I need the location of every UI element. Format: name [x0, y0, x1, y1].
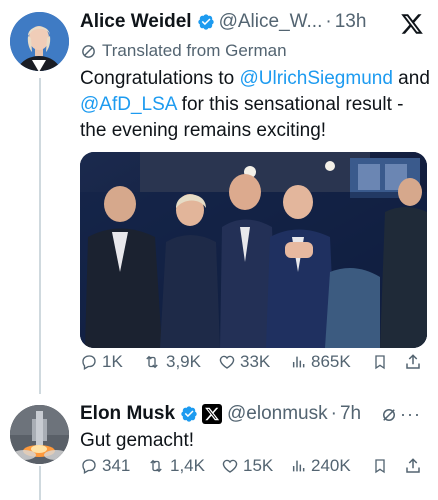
share-button[interactable] [404, 457, 426, 475]
views-icon [292, 356, 305, 368]
tweet-text-part: Congratulations to [80, 68, 240, 89]
avatar[interactable] [10, 405, 69, 464]
verified-badge-icon [197, 13, 215, 31]
translated-label: Translated from German [102, 41, 287, 60]
reply-text: Gut gemacht! [80, 430, 195, 451]
separator-dot: · [325, 11, 332, 32]
tweet-time[interactable]: 13h [335, 11, 367, 33]
repost-icon [150, 459, 162, 473]
share-icon [406, 458, 420, 473]
bookmark-icon [375, 355, 385, 370]
repost-button[interactable]: 3,9K [142, 352, 201, 372]
share-icon [406, 354, 420, 369]
reply-count: 341 [102, 456, 131, 475]
bookmark-button[interactable] [372, 353, 392, 371]
repost-button[interactable]: 1,4K [146, 456, 205, 476]
translate-icon [82, 44, 95, 58]
author-handle[interactable]: @elonmusk [227, 403, 328, 425]
like-count: 33K [240, 352, 271, 371]
tweet-text: Congratulations to @UlrichSiegmund and @… [80, 66, 430, 144]
author-name[interactable]: Alice Weidel [80, 11, 192, 33]
reply-count: 1K [102, 352, 123, 371]
reply-icon [82, 459, 96, 474]
x-logo-icon [400, 12, 424, 36]
heart-icon [219, 355, 235, 369]
thread-connector-line [39, 78, 41, 394]
like-button[interactable]: 33K [218, 352, 270, 372]
reply-button[interactable]: 1K [80, 352, 123, 372]
reply-button[interactable]: 341 [80, 456, 130, 476]
reply-header: Elon Musk @elonmusk · 7h [80, 403, 361, 425]
bookmark-button[interactable] [372, 457, 392, 475]
views-button[interactable]: 865K [291, 352, 351, 372]
mention-link[interactable]: @AfD_LSA [80, 94, 176, 115]
more-options-icon[interactable]: ··· [400, 404, 421, 425]
avatar[interactable] [10, 12, 69, 71]
share-button[interactable] [404, 353, 426, 371]
views-count: 865K [311, 352, 351, 371]
mention-link[interactable]: @UlrichSiegmund [240, 68, 393, 89]
views-count: 240K [311, 456, 351, 475]
repost-icon [146, 355, 158, 369]
reply-icon [82, 355, 96, 370]
author-handle[interactable]: @Alice_W... [219, 11, 323, 33]
like-count: 15K [243, 456, 274, 475]
reply-time[interactable]: 7h [340, 403, 361, 425]
thread-connector-line [39, 466, 41, 500]
separator-dot: · [330, 403, 337, 424]
bookmark-icon [375, 459, 385, 474]
like-button[interactable]: 15K [221, 456, 273, 476]
repost-count: 1,4K [170, 456, 205, 475]
affiliate-badge-icon [202, 404, 223, 424]
heart-icon [222, 459, 238, 473]
translated-indicator[interactable]: Translated from German [80, 41, 287, 61]
repost-count: 3,9K [166, 352, 201, 371]
verified-badge-icon [180, 405, 198, 423]
tweet-header: Alice Weidel @Alice_W... · 13h [80, 11, 366, 33]
grok-icon[interactable] [380, 406, 398, 429]
author-name[interactable]: Elon Musk [80, 403, 175, 425]
views-button[interactable]: 240K [291, 456, 351, 476]
tweet-text-part: and [392, 68, 430, 89]
tweet-photo[interactable] [80, 152, 427, 348]
views-icon [292, 460, 305, 472]
